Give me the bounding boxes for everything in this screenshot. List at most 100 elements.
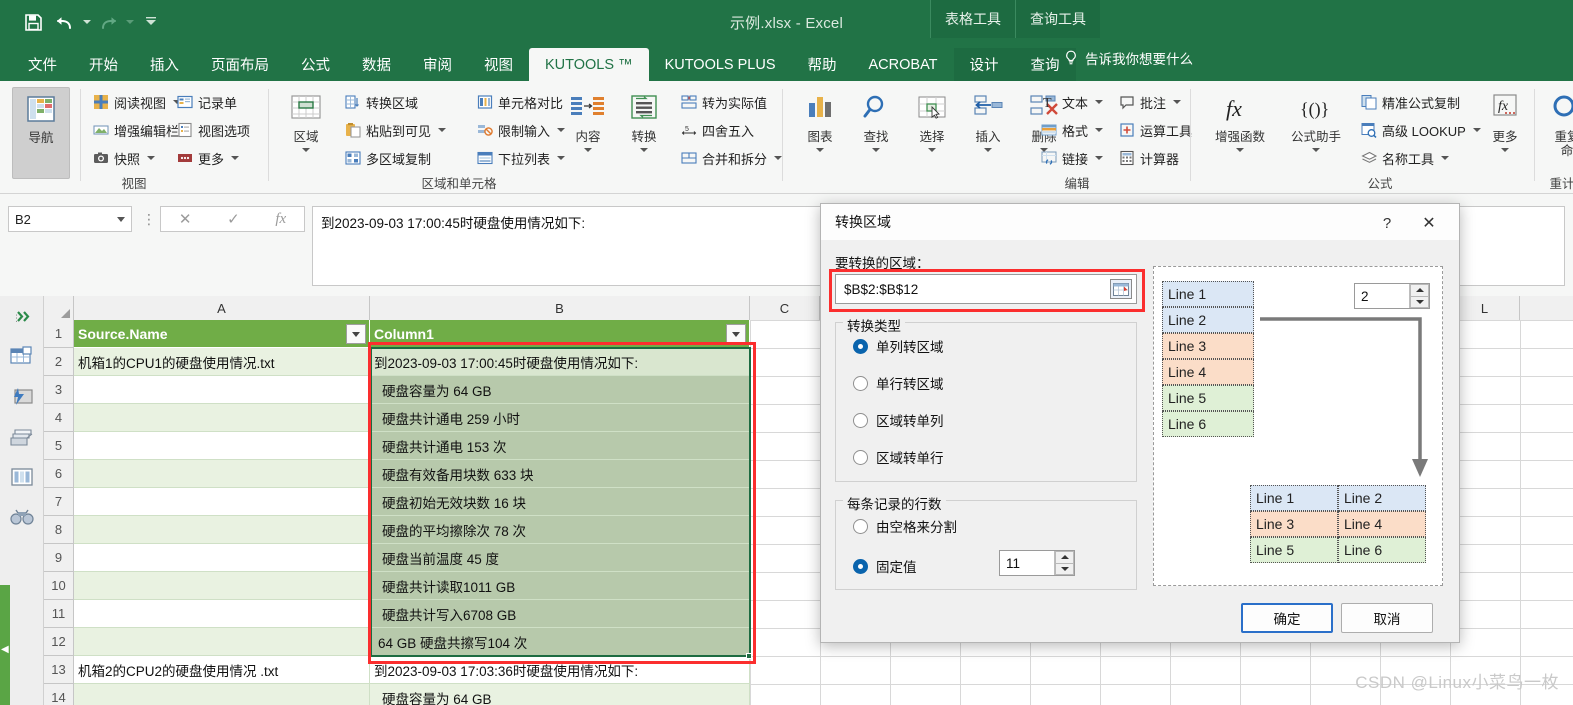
chevron-down-icon[interactable]	[302, 148, 310, 152]
ribbon-tab-help[interactable]: 帮助	[792, 48, 853, 81]
format-button[interactable]: 格式	[1040, 117, 1104, 143]
comment-button[interactable]: 批注	[1118, 89, 1182, 115]
cell-b10[interactable]: 硬盘共计读取1011 GB	[370, 572, 750, 600]
ribbon-tab-data[interactable]: 数据	[346, 48, 407, 81]
radio-single-row-to-range[interactable]: 单行转区域	[853, 373, 944, 393]
range-picker-icon[interactable]	[1110, 279, 1132, 299]
accept-icon[interactable]: ✓	[227, 210, 240, 228]
preview-columns-spinner[interactable]: 2	[1354, 283, 1430, 309]
chevron-down-icon[interactable]	[774, 156, 783, 160]
chevron-down-icon[interactable]	[984, 148, 992, 152]
row-header-9[interactable]: 9	[44, 544, 74, 572]
row-header-7[interactable]: 7	[44, 488, 74, 516]
cell-a13[interactable]: 机箱2的CPU2的硬盘使用情况 .txt	[74, 656, 370, 684]
enhanced-edit-bar-button[interactable]: 增强编辑栏	[92, 117, 179, 143]
cell-a11[interactable]	[74, 600, 370, 628]
compare-cells-button[interactable]: 单元格对比	[476, 89, 563, 115]
cell-a10[interactable]	[74, 572, 370, 600]
cell-b6[interactable]: 硬盘有效备用块数 633 块	[370, 460, 750, 488]
tell-me-search[interactable]: 告诉我你想要什么	[1063, 48, 1193, 68]
column-header-c[interactable]: C	[750, 296, 820, 320]
cell-b1[interactable]: Column1	[370, 320, 750, 348]
row-header-10[interactable]: 10	[44, 572, 74, 600]
name-tools-button[interactable]: 名称工具	[1360, 145, 1450, 171]
column-header-b[interactable]: B	[370, 296, 750, 320]
record-form-button[interactable]: 记录单	[176, 89, 237, 115]
cell-a1[interactable]: Source.Name	[74, 320, 370, 348]
snapshot-button[interactable]: 快照	[92, 145, 156, 171]
chart-button[interactable]: 图表	[792, 87, 848, 152]
cancel-icon[interactable]: ✕	[179, 210, 192, 228]
chevron-down-icon[interactable]	[147, 156, 156, 160]
radio-range-to-single-column[interactable]: 区域转单列	[853, 410, 944, 430]
name-box[interactable]: B2	[8, 206, 132, 232]
cell-a7[interactable]	[74, 488, 370, 516]
range-button[interactable]: 区域	[278, 87, 334, 152]
cell-b9[interactable]: 硬盘当前温度 45 度	[370, 544, 750, 572]
merge-split-button[interactable]: 合并和拆分	[680, 145, 783, 171]
exact-copy-button[interactable]: 精准公式复制	[1360, 89, 1460, 115]
row-header-2[interactable]: 2	[44, 348, 74, 376]
radio-fixed-value[interactable]: 固定值	[853, 556, 917, 576]
chevron-down-icon[interactable]	[816, 148, 824, 152]
selection-fill-handle[interactable]	[746, 653, 752, 659]
restrict-input-button[interactable]: 限制输入	[476, 117, 566, 143]
ribbon-tab-file[interactable]: 文件	[12, 48, 73, 81]
row-header-13[interactable]: 13	[44, 656, 74, 684]
spinner-down-icon[interactable]	[1410, 295, 1429, 308]
cell-a3[interactable]	[74, 376, 370, 404]
ribbon-tab-home[interactable]: 开始	[73, 48, 134, 81]
chevron-down-icon[interactable]	[1501, 148, 1509, 152]
cell-a14[interactable]	[74, 684, 370, 705]
ribbon-tab-formulas[interactable]: 公式	[285, 48, 346, 81]
range-input[interactable]: $B$2:$B$12	[835, 274, 1137, 304]
chevron-down-icon[interactable]	[438, 128, 447, 132]
ribbon-tab-design[interactable]: 设计	[953, 48, 1015, 81]
chevron-down-icon[interactable]	[872, 148, 880, 152]
dropdown-list-button[interactable]: 下拉列表	[476, 145, 566, 171]
chevron-down-icon[interactable]	[928, 148, 936, 152]
column-header-m[interactable]	[1520, 296, 1573, 320]
enhanced-functions-button[interactable]: fx 增强函数	[1204, 87, 1276, 152]
cell-a5[interactable]	[74, 432, 370, 460]
cell-b4[interactable]: 硬盘共计通电 259 小时	[370, 404, 750, 432]
chevron-down-icon[interactable]	[640, 148, 648, 152]
ribbon-tab-kutools-plus[interactable]: KUTOOLS PLUS	[649, 48, 792, 81]
ribbon-tab-review[interactable]: 审阅	[407, 48, 468, 81]
transform-range-button[interactable]: 转换区域	[344, 89, 418, 115]
ribbon-tab-insert[interactable]: 插入	[134, 48, 195, 81]
reading-layout-button[interactable]: 阅读视图	[92, 89, 182, 115]
expand-pane-icon[interactable]: ⋮	[0, 300, 44, 334]
resource-library-icon[interactable]	[0, 420, 44, 454]
ok-button[interactable]: 确定	[1241, 603, 1333, 633]
convert-button[interactable]: 转换	[616, 87, 672, 152]
cell-a8[interactable]	[74, 516, 370, 544]
link-button[interactable]: 链接	[1040, 145, 1104, 171]
preview-columns-input[interactable]: 2	[1355, 284, 1409, 308]
chevron-down-icon[interactable]	[1095, 100, 1104, 104]
spinner-up-icon[interactable]	[1410, 284, 1429, 296]
text-button[interactable]: T 文本	[1040, 89, 1104, 115]
row-header-11[interactable]: 11	[44, 600, 74, 628]
cell-a2[interactable]: 机箱1的CPU1的硬盘使用情况.txt	[74, 348, 370, 376]
dedupe-button[interactable]: 重复 命	[1540, 87, 1573, 158]
cell-b13[interactable]: 到2023-09-03 17:03:36时硬盘使用情况如下:	[370, 656, 750, 684]
ribbon-tab-acrobat[interactable]: ACROBAT	[853, 48, 954, 81]
copy-ranges-button[interactable]: 多区域复制	[344, 145, 431, 171]
chevron-down-icon[interactable]	[1095, 128, 1104, 132]
view-options-button[interactable]: 视图选项	[176, 117, 250, 143]
advanced-lookup-button[interactable]: 高级 LOOKUP	[1360, 117, 1481, 143]
cell-a6[interactable]	[74, 460, 370, 488]
cell-a4[interactable]	[74, 404, 370, 432]
ribbon-tab-page-layout[interactable]: 页面布局	[195, 48, 285, 81]
filter-button-b[interactable]	[726, 324, 746, 344]
formula-helper-button[interactable]: {()} 公式助手	[1280, 87, 1352, 152]
chevron-down-icon[interactable]	[1236, 148, 1244, 152]
row-header-6[interactable]: 6	[44, 460, 74, 488]
chevron-down-icon[interactable]	[231, 156, 240, 160]
cell-b14[interactable]: 硬盘容量为 64 GB	[370, 684, 750, 705]
chevron-down-icon[interactable]	[1095, 156, 1104, 160]
row-header-12[interactable]: 12	[44, 628, 74, 656]
row-header-3[interactable]: 3	[44, 376, 74, 404]
operation-tools-button[interactable]: 运算工具	[1118, 117, 1192, 143]
